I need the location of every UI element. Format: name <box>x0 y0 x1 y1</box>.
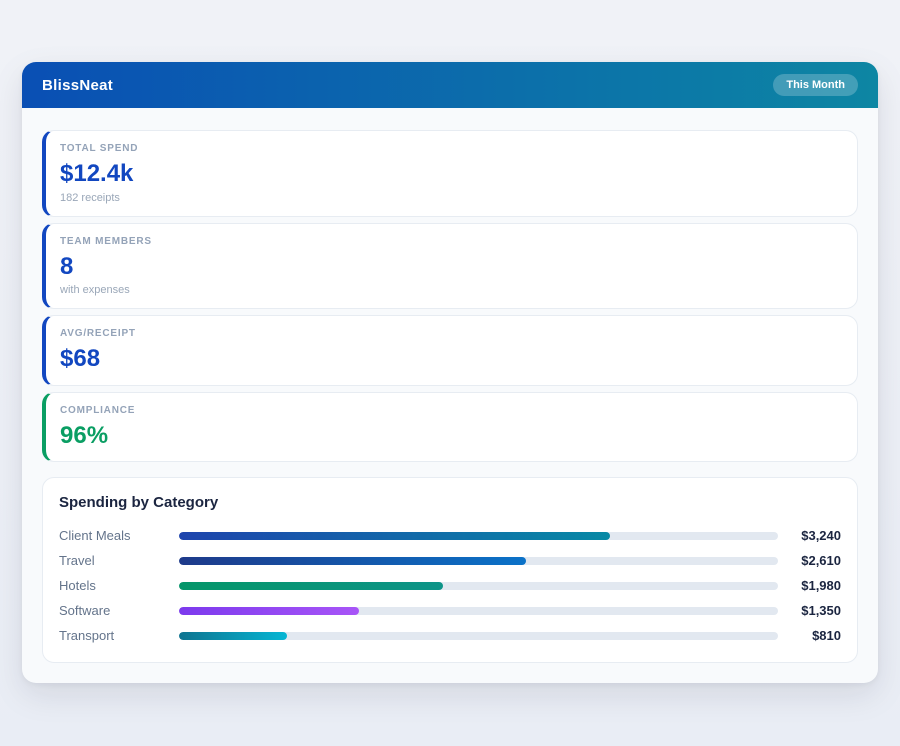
bar-fill <box>179 581 443 590</box>
spending-by-category-panel: Spending by Category Client Meals $3,240… <box>42 477 858 664</box>
category-value: $1,350 <box>801 603 841 619</box>
app-header: BlissNeat This Month <box>22 62 878 108</box>
stat-card: TEAM MEMBERS 8 with expenses <box>42 222 858 310</box>
stat-value: 96% <box>60 421 109 449</box>
bar-fill <box>179 556 527 565</box>
stat-label: TOTAL SPEND <box>60 143 139 154</box>
bar-fill <box>179 631 287 640</box>
category-label: Client Meals <box>59 528 131 544</box>
stat-label: AVG/RECEIPT <box>60 328 136 340</box>
category-label: Travel <box>59 553 95 569</box>
category-label: Transport <box>59 628 115 644</box>
stat-subtext: 182 receipts <box>60 191 120 204</box>
category-row: Client Meals $3,240 <box>59 523 841 548</box>
stat-card: AVG/RECEIPT $68 <box>42 315 858 386</box>
app-window: BlissNeat This Month TOTAL SPEND $12.4k … <box>22 62 878 684</box>
bar-track <box>179 631 778 640</box>
stat-card: TOTAL SPEND $12.4k 182 receipts <box>42 130 858 217</box>
category-label: Software <box>59 603 111 619</box>
category-row: Hotels $1,980 <box>59 573 841 598</box>
bar-track <box>179 606 778 615</box>
stat-value: $12.4k <box>60 160 134 187</box>
main-content: TOTAL SPEND $12.4k 182 receipts TEAM MEM… <box>22 108 878 664</box>
bar-track <box>179 556 778 565</box>
bar-fill <box>179 531 611 540</box>
stat-value: $68 <box>60 345 101 373</box>
bar-track <box>179 581 778 590</box>
panel-title: Spending by Category <box>59 494 219 512</box>
category-label: Hotels <box>59 578 96 594</box>
stat-card: COMPLIANCE 96% <box>42 391 858 463</box>
category-row: Transport $810 <box>59 623 841 648</box>
stat-label: TEAM MEMBERS <box>60 235 152 247</box>
bar-track <box>179 531 778 540</box>
category-row: Software $1,350 <box>59 598 841 623</box>
category-value: $1,980 <box>801 578 841 594</box>
category-value: $810 <box>812 628 841 644</box>
bar-fill <box>179 606 359 615</box>
category-row: Travel $2,610 <box>59 548 841 573</box>
app-title: BlissNeat <box>42 76 114 94</box>
stat-subtext: with expenses <box>60 284 130 297</box>
stat-label: COMPLIANCE <box>60 404 136 416</box>
stat-value: 8 <box>60 252 74 280</box>
category-value: $3,240 <box>801 528 841 544</box>
category-value: $2,610 <box>801 553 841 569</box>
period-badge[interactable]: This Month <box>773 74 858 96</box>
